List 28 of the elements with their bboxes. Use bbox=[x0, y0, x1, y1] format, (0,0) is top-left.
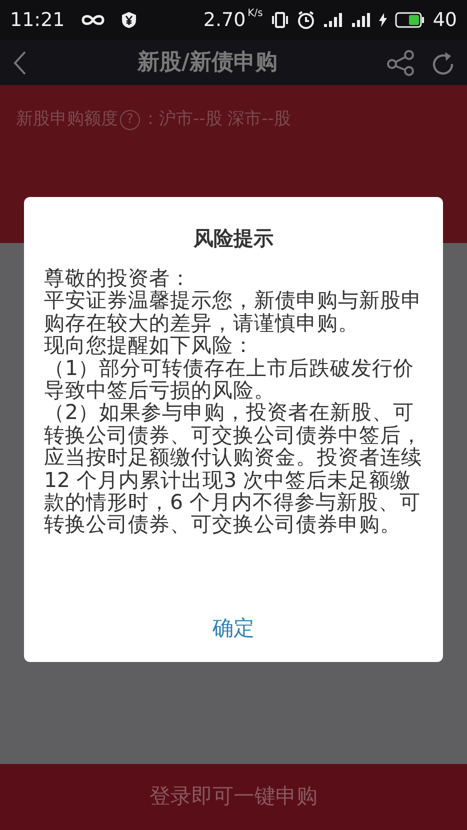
vibrate-icon bbox=[270, 11, 289, 29]
alarm-icon bbox=[296, 11, 315, 29]
status-time: 11:21 bbox=[10, 8, 65, 33]
shield-icon bbox=[120, 11, 137, 29]
back-icon[interactable] bbox=[12, 50, 28, 76]
speed-unit: K/s bbox=[248, 6, 263, 21]
signal-4g-icon bbox=[350, 12, 371, 28]
login-button[interactable]: 登录即可一键申购 bbox=[0, 764, 467, 830]
dialog-paragraph: 尊敬的投资者： bbox=[44, 267, 192, 290]
page-title: 新股/新债申购 bbox=[136, 49, 279, 77]
quota-colon: ： bbox=[142, 108, 159, 131]
dialog-paragraph: （2）如果参与申购，投资者在新股、可转换公司债券、可交换公司债券中签后，应当按时足额缴付认购资金。投资者连续12 个月内累计出现3 次中签后未足额缴款的情形时，6 个月内不得参与新股、可转换公司债券、可交换公司债券申购。 bbox=[44, 401, 423, 536]
battery-icon bbox=[394, 12, 425, 28]
confirm-button[interactable]: 确定 bbox=[202, 608, 264, 648]
battery-percent: 40 bbox=[432, 8, 457, 33]
help-icon[interactable]: ? bbox=[120, 110, 140, 130]
dialog-title: 风险提示 bbox=[192, 225, 274, 252]
infinity-icon bbox=[80, 13, 105, 27]
quota-label: 新股申购额度 bbox=[16, 108, 118, 131]
charging-icon bbox=[378, 13, 387, 27]
signal-icon bbox=[322, 12, 343, 28]
refresh-icon[interactable] bbox=[431, 50, 455, 76]
dialog-paragraph: 平安证券温馨提示您，新债申购与新股申购存在较大的差异，请谨慎申购。 bbox=[44, 289, 423, 334]
dialog-paragraph: （1）部分可转债存在上市后跌破发行价导致中签后亏损的风险。 bbox=[44, 356, 416, 402]
network-speed: 2.70 bbox=[203, 8, 246, 33]
share-icon[interactable] bbox=[387, 50, 415, 76]
dialog-paragraph: 现向您提醒如下风险： bbox=[44, 334, 255, 357]
quota-value: 沪市--股 深市--股 bbox=[159, 108, 291, 131]
